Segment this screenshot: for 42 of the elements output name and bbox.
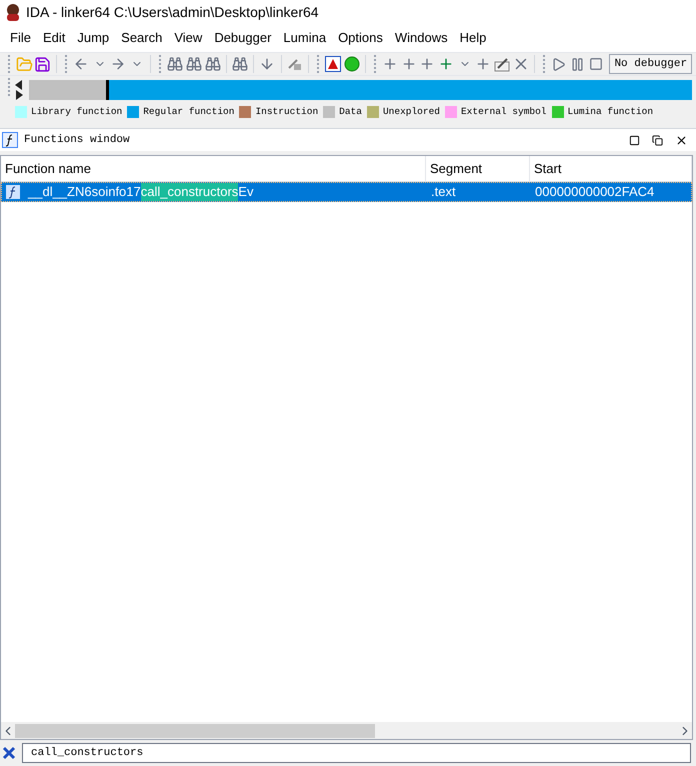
close-icon[interactable] bbox=[675, 134, 688, 146]
menu-item[interactable]: Search bbox=[115, 28, 168, 48]
menu-item[interactable]: View bbox=[168, 28, 208, 48]
menu-item[interactable]: Debugger bbox=[208, 28, 278, 48]
menu-item[interactable]: Edit bbox=[36, 28, 72, 48]
circle-icon[interactable] bbox=[342, 54, 362, 74]
clear-filter-icon[interactable] bbox=[2, 746, 16, 760]
search-match: call_constructors bbox=[140, 183, 238, 201]
function-name: Ev bbox=[238, 183, 254, 202]
restore-icon[interactable] bbox=[652, 134, 663, 146]
legend-label: Lumina function bbox=[568, 104, 654, 119]
menu-item[interactable]: Lumina bbox=[277, 28, 332, 48]
maximize-icon[interactable] bbox=[629, 134, 640, 146]
menu-item[interactable]: Windows bbox=[388, 28, 454, 48]
window-title: IDA - linker64 C:\Users\admin\Desktop\linker64 bbox=[26, 2, 319, 22]
legend-label: External symbol bbox=[460, 104, 546, 119]
scrollbar-thumb[interactable] bbox=[15, 724, 375, 738]
warning-icon[interactable] bbox=[324, 54, 343, 74]
column-header[interactable]: Start bbox=[530, 156, 692, 181]
scroll-right-icon[interactable] bbox=[15, 90, 23, 100]
function-icon bbox=[6, 185, 20, 199]
legend-label: Library function bbox=[31, 104, 122, 119]
scroll-left-icon[interactable] bbox=[15, 80, 23, 90]
legend-label: Regular function bbox=[143, 104, 234, 119]
function-name: __dl__ZN6soinfo17 bbox=[28, 183, 141, 202]
legend-label: Data bbox=[339, 104, 362, 119]
panel-title: Functions window bbox=[24, 132, 130, 148]
table-cell-text: .text bbox=[430, 183, 457, 202]
table-row[interactable]: __dl__ZN6soinfo17call_constructorsEv .text 000000000002FAC4 bbox=[1, 182, 692, 202]
filter-field[interactable]: call_constructors bbox=[22, 743, 691, 763]
table-cell-text: 000000000002FAC4 bbox=[534, 183, 656, 202]
legend-label: Instruction bbox=[255, 104, 318, 119]
menu-item[interactable]: Jump bbox=[71, 28, 116, 48]
column-header[interactable]: Segment bbox=[426, 156, 530, 181]
debugger-select[interactable]: No debugger bbox=[609, 54, 692, 74]
app-logo-icon bbox=[4, 3, 22, 21]
menu-item[interactable]: Options bbox=[332, 28, 389, 48]
menu-item[interactable]: Help bbox=[454, 28, 492, 48]
column-header[interactable]: Function name bbox=[1, 156, 426, 181]
legend-label: Unexplored bbox=[382, 104, 440, 119]
menu-item[interactable]: File bbox=[4, 28, 37, 48]
function-icon bbox=[2, 132, 18, 148]
